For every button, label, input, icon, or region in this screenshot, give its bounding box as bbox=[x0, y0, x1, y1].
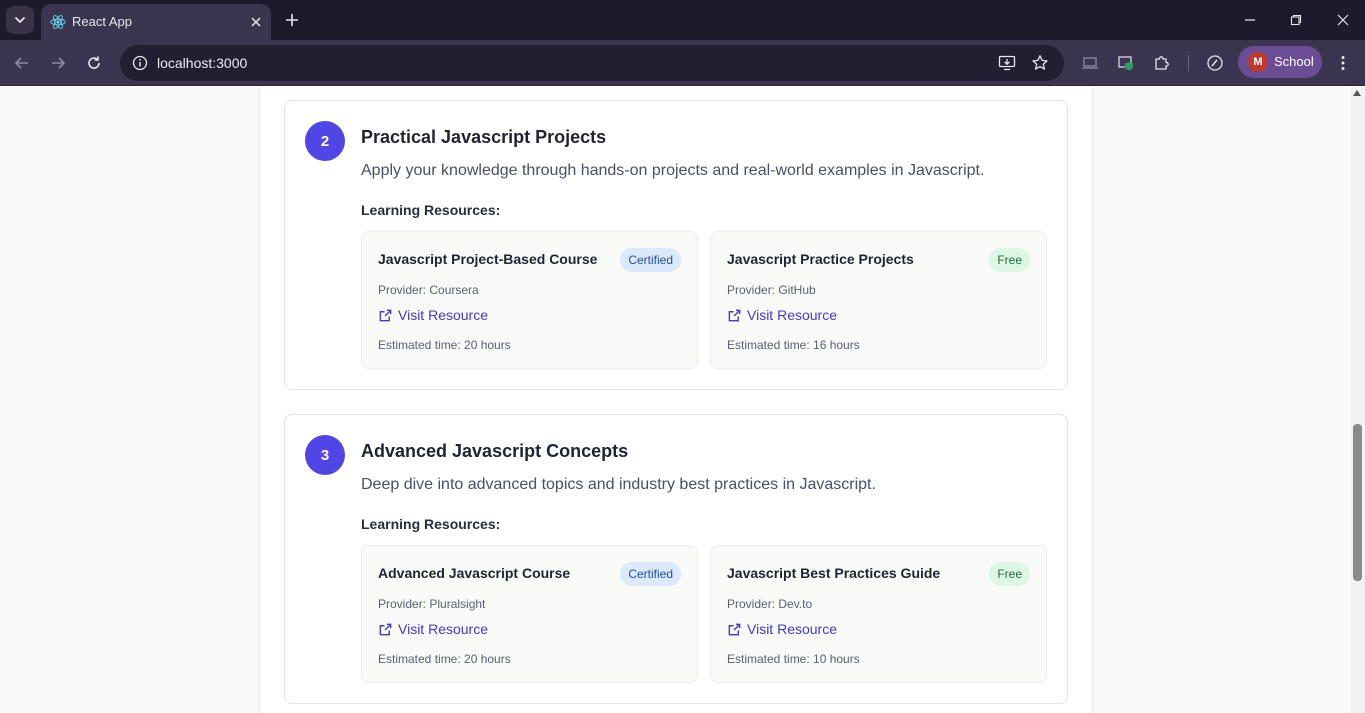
bookmark-button[interactable] bbox=[1028, 51, 1052, 75]
browser-menu-button[interactable] bbox=[1331, 51, 1355, 75]
close-icon bbox=[251, 17, 261, 27]
visit-resource-link[interactable]: Visit Resource bbox=[378, 619, 488, 639]
resource-card: Javascript Practice Projects Free Provid… bbox=[710, 231, 1047, 369]
step-description: Apply your knowledge through hands-on pr… bbox=[361, 162, 985, 179]
minimize-icon bbox=[1245, 19, 1255, 21]
free-badge: Free bbox=[989, 562, 1030, 586]
resource-card: Javascript Best Practices Guide Free Pro… bbox=[710, 545, 1047, 683]
visit-resource-link[interactable]: Visit Resource bbox=[727, 305, 837, 325]
step-description: Deep dive into advanced topics and indus… bbox=[361, 476, 876, 493]
minimize-button[interactable] bbox=[1234, 6, 1266, 34]
react-logo-icon bbox=[50, 15, 66, 29]
step-number-badge: 2 bbox=[305, 121, 345, 161]
resource-title: Javascript Practice Projects bbox=[727, 251, 914, 267]
extensions-button[interactable] bbox=[1150, 51, 1174, 75]
step-card: 2 Practical Javascript Projects Apply yo… bbox=[284, 100, 1068, 390]
resource-title: Javascript Best Practices Guide bbox=[727, 565, 941, 581]
page-scrollbar[interactable] bbox=[1350, 87, 1365, 713]
more-vertical-icon bbox=[1341, 56, 1345, 70]
resource-title: Javascript Project-Based Course bbox=[378, 251, 598, 267]
tab-bar: React App bbox=[0, 0, 1365, 40]
close-window-button[interactable] bbox=[1327, 6, 1359, 34]
profile-name: School bbox=[1274, 54, 1314, 69]
resource-title: Advanced Javascript Course bbox=[378, 565, 571, 581]
tab-search-button[interactable] bbox=[6, 6, 34, 34]
step-card: 3 Advanced Javascript Concepts Deep dive… bbox=[284, 414, 1068, 704]
visit-resource-label: Visit Resource bbox=[747, 621, 838, 637]
plus-icon bbox=[286, 14, 298, 26]
step-number-badge: 3 bbox=[305, 435, 345, 475]
restore-icon bbox=[1290, 14, 1302, 26]
restore-button[interactable] bbox=[1280, 6, 1312, 34]
laptop-icon bbox=[1082, 57, 1098, 69]
external-link-icon bbox=[727, 308, 742, 323]
cast-button[interactable] bbox=[1078, 51, 1102, 75]
external-link-icon bbox=[378, 308, 393, 323]
visit-resource-link[interactable]: Visit Resource bbox=[378, 305, 488, 325]
extension-shield-button[interactable] bbox=[1114, 51, 1138, 75]
toolbar-divider bbox=[1188, 55, 1189, 71]
visit-resource-label: Visit Resource bbox=[747, 307, 838, 323]
estimated-time: Estimated time: 20 hours bbox=[378, 652, 511, 666]
chevron-down-icon bbox=[15, 17, 25, 24]
star-icon bbox=[1032, 55, 1048, 70]
arrow-left-icon bbox=[14, 57, 28, 69]
estimated-time: Estimated time: 20 hours bbox=[378, 338, 511, 352]
address-bar[interactable]: localhost:3000 bbox=[120, 45, 1064, 81]
tab-close-button[interactable] bbox=[245, 11, 267, 33]
resource-provider: Provider: Coursera bbox=[378, 283, 479, 297]
reload-button[interactable] bbox=[80, 49, 108, 77]
reload-icon bbox=[88, 56, 100, 69]
certified-badge: Certified bbox=[620, 562, 681, 586]
free-badge: Free bbox=[989, 248, 1030, 272]
resource-card: Advanced Javascript Course Certified Pro… bbox=[361, 545, 698, 683]
tab-title: React App bbox=[72, 14, 132, 29]
resources-heading: Learning Resources: bbox=[361, 202, 501, 218]
external-link-icon bbox=[727, 622, 742, 637]
browser-toolbar: localhost:3000 M School bbox=[0, 40, 1365, 86]
external-link-icon bbox=[378, 622, 393, 637]
certified-badge: Certified bbox=[620, 248, 681, 272]
page-viewport: 2 Practical Javascript Projects Apply yo… bbox=[0, 87, 1350, 713]
close-icon bbox=[1337, 14, 1349, 26]
resource-provider: Provider: GitHub bbox=[727, 283, 816, 297]
site-info-button[interactable] bbox=[128, 51, 152, 75]
estimated-time: Estimated time: 10 hours bbox=[727, 652, 860, 666]
scroll-up-arrow[interactable] bbox=[1353, 90, 1361, 96]
speedometer-icon bbox=[1207, 55, 1223, 71]
resource-provider: Provider: Dev.to bbox=[727, 597, 813, 611]
visit-resource-link[interactable]: Visit Resource bbox=[727, 619, 837, 639]
install-icon bbox=[998, 55, 1016, 71]
step-title: Advanced Javascript Concepts bbox=[361, 441, 629, 461]
resources-heading: Learning Resources: bbox=[361, 516, 501, 532]
back-button[interactable] bbox=[8, 49, 36, 77]
install-app-button[interactable] bbox=[995, 51, 1019, 75]
visit-resource-label: Visit Resource bbox=[398, 307, 489, 323]
step-title: Practical Javascript Projects bbox=[361, 127, 607, 147]
url-text[interactable]: localhost:3000 bbox=[157, 54, 247, 72]
shield-icon bbox=[1118, 56, 1133, 71]
resource-card: Javascript Project-Based Course Certifie… bbox=[361, 231, 698, 369]
profile-button[interactable]: M School bbox=[1238, 46, 1322, 78]
avatar: M bbox=[1248, 52, 1268, 72]
forward-button[interactable] bbox=[44, 49, 72, 77]
performance-button[interactable] bbox=[1203, 51, 1227, 75]
arrow-right-icon bbox=[52, 57, 66, 69]
scrollbar-thumb[interactable] bbox=[1353, 424, 1362, 581]
estimated-time: Estimated time: 16 hours bbox=[727, 338, 860, 352]
puzzle-icon bbox=[1155, 56, 1169, 70]
info-icon bbox=[132, 55, 148, 71]
browser-tab[interactable]: React App bbox=[41, 4, 271, 40]
resource-provider: Provider: Pluralsight bbox=[378, 597, 486, 611]
new-tab-button[interactable] bbox=[280, 8, 304, 32]
visit-resource-label: Visit Resource bbox=[398, 621, 489, 637]
